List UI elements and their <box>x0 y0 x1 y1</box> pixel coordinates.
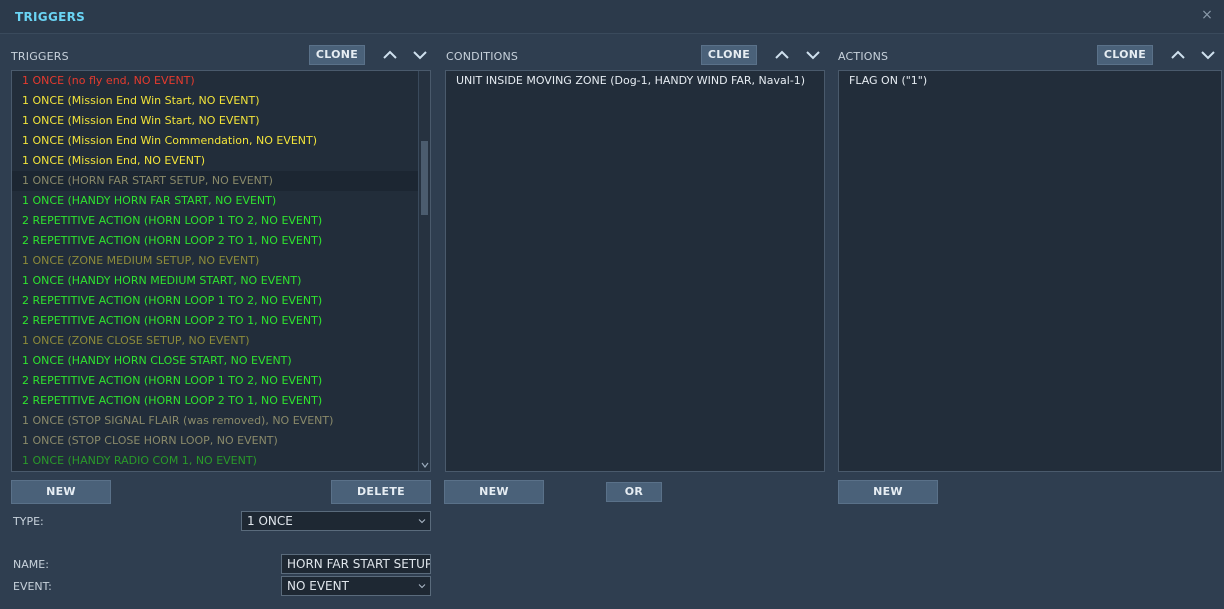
trigger-row[interactable]: 1 ONCE (HANDY RADIO COM 1, NO EVENT) <box>12 451 430 471</box>
chevron-down-icon <box>413 51 427 60</box>
event-select[interactable]: NO EVENT <box>281 576 431 596</box>
chevron-up-icon <box>775 50 789 59</box>
close-icon[interactable]: × <box>1200 8 1214 22</box>
conditions-clone-button[interactable]: CLONE <box>701 45 757 65</box>
trigger-row[interactable]: 1 ONCE (STOP SIGNAL FLAIR (was removed),… <box>12 411 430 431</box>
chevron-up-icon <box>1171 50 1185 59</box>
type-select[interactable]: 1 ONCE <box>241 511 431 531</box>
actions-move-up-button[interactable] <box>1169 45 1187 65</box>
actions-items: FLAG ON ("1") <box>839 71 1221 91</box>
trigger-row[interactable]: 1 ONCE (HORN FAR START SETUP, NO EVENT) <box>12 171 430 191</box>
trigger-row[interactable]: 1 ONCE (Mission End, NO EVENT) <box>12 151 430 171</box>
scroll-thumb[interactable] <box>421 141 428 215</box>
trigger-row[interactable]: 1 ONCE (no fly end, NO EVENT) <box>12 71 430 91</box>
conditions-items: UNIT INSIDE MOVING ZONE (Dog-1, HANDY WI… <box>446 71 824 91</box>
conditions-label: CONDITIONS <box>446 50 519 63</box>
chevron-down-icon <box>418 519 426 524</box>
actions-list[interactable]: FLAG ON ("1") <box>838 70 1222 472</box>
actions-label: ACTIONS <box>838 50 889 63</box>
trigger-row[interactable]: 1 ONCE (HANDY HORN MEDIUM START, NO EVEN… <box>12 271 430 291</box>
trigger-row[interactable]: 2 REPETITIVE ACTION (HORN LOOP 2 TO 1, N… <box>12 311 430 331</box>
trigger-row[interactable]: 2 REPETITIVE ACTION (HORN LOOP 1 TO 2, N… <box>12 291 430 311</box>
triggers-move-up-button[interactable] <box>381 45 399 65</box>
scroll-down-icon[interactable] <box>420 460 430 470</box>
actions-new-button[interactable]: NEW <box>838 480 938 504</box>
condition-row[interactable]: UNIT INSIDE MOVING ZONE (Dog-1, HANDY WI… <box>446 71 824 91</box>
chevron-down-icon <box>418 584 426 589</box>
type-label: TYPE: <box>13 515 44 528</box>
trigger-row[interactable]: 1 ONCE (ZONE CLOSE SETUP, NO EVENT) <box>12 331 430 351</box>
conditions-new-button[interactable]: NEW <box>444 480 544 504</box>
triggers-delete-button[interactable]: DELETE <box>331 480 431 504</box>
triggers-list[interactable]: 1 ONCE (no fly end, NO EVENT) 1 ONCE (Mis… <box>11 70 431 472</box>
window-title: TRIGGERS <box>15 10 86 24</box>
triggers-move-down-button[interactable] <box>411 45 429 65</box>
event-label: EVENT: <box>13 580 52 593</box>
chevron-down-icon <box>1201 51 1215 60</box>
conditions-move-up-button[interactable] <box>773 45 791 65</box>
conditions-or-button[interactable]: OR <box>606 482 662 502</box>
trigger-row[interactable]: 2 REPETITIVE ACTION (HORN LOOP 2 TO 1, N… <box>12 231 430 251</box>
triggers-new-button[interactable]: NEW <box>11 480 111 504</box>
conditions-move-down-button[interactable] <box>804 45 822 65</box>
trigger-row[interactable]: 2 REPETITIVE ACTION (HORN LOOP 1 TO 2, N… <box>12 211 430 231</box>
triggers-items: 1 ONCE (no fly end, NO EVENT) 1 ONCE (Mis… <box>12 71 430 471</box>
trigger-row[interactable]: 1 ONCE (ZONE MEDIUM SETUP, NO EVENT) <box>12 251 430 271</box>
trigger-row[interactable]: 1 ONCE (Mission End Win Start, NO EVENT) <box>12 91 430 111</box>
triggers-scrollbar[interactable] <box>418 71 430 471</box>
name-input[interactable] <box>281 554 431 574</box>
triggers-label: TRIGGERS <box>11 50 69 63</box>
trigger-row[interactable]: 1 ONCE (HANDY HORN FAR START, NO EVENT) <box>12 191 430 211</box>
trigger-row[interactable]: 1 ONCE (STOP CLOSE HORN LOOP, NO EVENT) <box>12 431 430 451</box>
actions-clone-button[interactable]: CLONE <box>1097 45 1153 65</box>
action-row[interactable]: FLAG ON ("1") <box>839 71 1221 91</box>
chevron-down-icon <box>806 51 820 60</box>
trigger-row[interactable]: 1 ONCE (HANDY HORN CLOSE START, NO EVENT… <box>12 351 430 371</box>
trigger-row[interactable]: 2 REPETITIVE ACTION (HORN LOOP 1 TO 2, N… <box>12 371 430 391</box>
title-bar: TRIGGERS × <box>0 0 1224 34</box>
triggers-clone-button[interactable]: CLONE <box>309 45 365 65</box>
type-value: 1 ONCE <box>247 514 293 528</box>
name-label: NAME: <box>13 558 49 571</box>
actions-move-down-button[interactable] <box>1199 45 1217 65</box>
trigger-row[interactable]: 1 ONCE (Mission End Win Start, NO EVENT) <box>12 111 430 131</box>
trigger-row[interactable]: 2 REPETITIVE ACTION (HORN LOOP 2 TO 1, N… <box>12 391 430 411</box>
conditions-list[interactable]: UNIT INSIDE MOVING ZONE (Dog-1, HANDY WI… <box>445 70 825 472</box>
chevron-up-icon <box>383 50 397 59</box>
event-value: NO EVENT <box>287 579 349 593</box>
trigger-row[interactable]: 1 ONCE (Mission End Win Commendation, NO… <box>12 131 430 151</box>
